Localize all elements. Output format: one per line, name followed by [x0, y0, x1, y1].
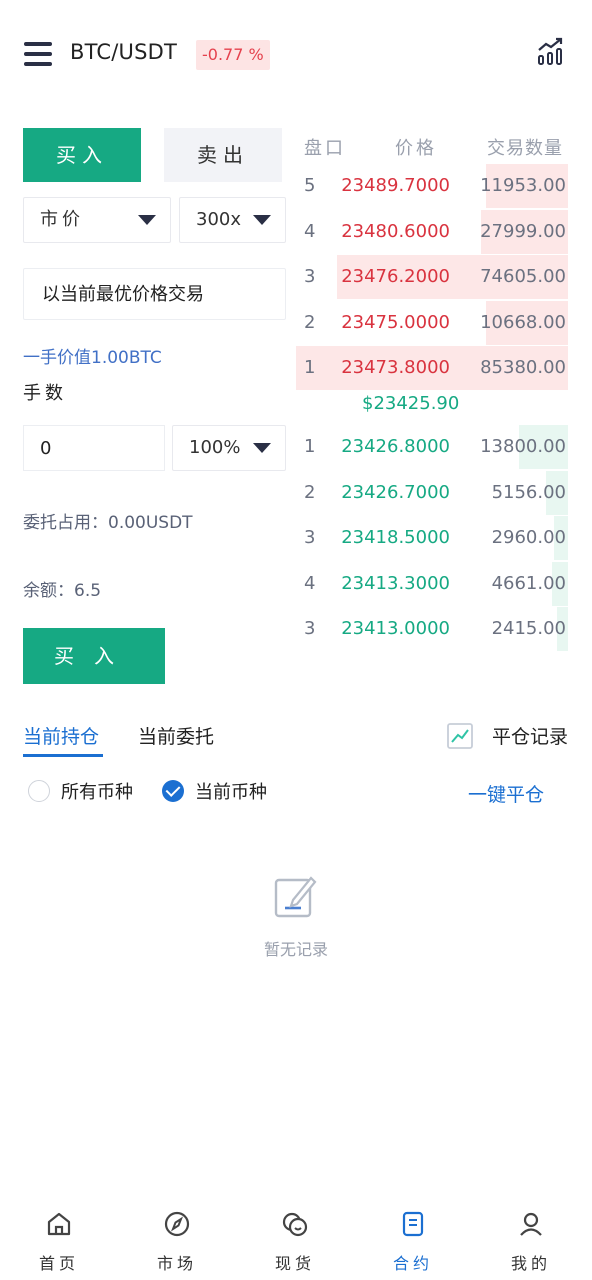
bid-row[interactable]: 3 23418.5000 2960.00	[296, 516, 568, 560]
order-type-value: 市价	[40, 209, 84, 230]
percent-select[interactable]: 100%	[172, 425, 286, 471]
close-all-button[interactable]: 一键平仓	[468, 780, 544, 807]
tab-mine[interactable]: 我的	[472, 1196, 590, 1280]
ask-quantity: 74605.00	[480, 266, 566, 287]
ask-row[interactable]: 4 23480.6000 27999.00	[296, 209, 568, 254]
ask-price: 23473.8000	[341, 357, 450, 378]
lot-value: 一手价值1.00BTC	[23, 348, 162, 368]
bid-price: 23418.5000	[341, 527, 450, 548]
tab-market-label: 市场	[156, 1254, 197, 1273]
tab-contract[interactable]: 合约	[354, 1196, 472, 1280]
bid-price: 23413.0000	[341, 618, 450, 639]
ask-quantity: 27999.00	[480, 220, 566, 242]
ask-price: 23475.0000	[341, 311, 450, 333]
active-tab-underline	[23, 754, 103, 757]
close-record-link[interactable]: 平仓记录	[492, 722, 568, 749]
ask-quantity: 11953.00	[480, 175, 566, 196]
order-type-select[interactable]: 市价	[23, 197, 171, 243]
home-icon	[47, 1212, 71, 1236]
ask-price: 23476.2000	[341, 266, 450, 287]
balance: 余额：6.5	[23, 581, 102, 601]
menu-icon[interactable]	[24, 42, 52, 66]
tab-spot[interactable]: 现货	[236, 1196, 354, 1280]
caret-down-icon	[253, 443, 271, 453]
filter-all-label[interactable]: 所有币种	[61, 778, 133, 804]
ask-row[interactable]: 3 23476.2000 74605.00	[296, 255, 568, 299]
orderbook-header-qty: 交易数量	[487, 138, 563, 159]
filter-current-radio[interactable]	[162, 780, 184, 802]
bid-quantity: 2960.00	[491, 527, 566, 548]
bottom-tab-bar: 首页 市场 现货 合约 我的	[0, 1196, 592, 1280]
kline-chart-icon[interactable]	[536, 36, 566, 66]
tab-home[interactable]: 首页	[0, 1196, 118, 1280]
coin-exchange-icon	[282, 1212, 308, 1237]
bid-level: 1	[304, 436, 316, 457]
ask-row[interactable]: 1 23473.8000 85380.00	[296, 346, 568, 390]
empty-state-text: 暂无记录	[263, 940, 328, 959]
bid-row[interactable]: 4 23413.3000 4661.00	[296, 561, 568, 606]
tab-current-orders[interactable]: 当前委托	[138, 722, 214, 749]
ask-price: 23480.6000	[341, 220, 450, 242]
ask-price: 23489.7000	[341, 175, 450, 196]
bid-row[interactable]: 2 23426.7000 5156.00	[296, 470, 568, 515]
orderbook-header-depth: 盘口	[304, 138, 346, 159]
bid-quantity: 2415.00	[491, 618, 566, 639]
trend-chart-icon[interactable]	[446, 722, 474, 750]
user-icon	[520, 1212, 542, 1236]
leverage-select[interactable]: 300x	[179, 197, 286, 243]
ask-level: 1	[304, 357, 316, 378]
ask-row[interactable]: 2 23475.0000 10668.00	[296, 300, 568, 345]
filter-all-radio[interactable]	[28, 780, 50, 802]
last-price: $23425.90	[362, 393, 460, 414]
pair-title[interactable]: BTC/USDT	[70, 40, 177, 64]
best-price-field: 以当前最优价格交易	[23, 268, 286, 320]
bid-level: 3	[304, 527, 316, 548]
leverage-value: 300x	[196, 209, 242, 230]
contract-icon	[402, 1211, 424, 1237]
change-badge: -0.77 %	[196, 40, 270, 70]
ask-quantity: 10668.00	[480, 311, 566, 333]
tab-market[interactable]: 市场	[118, 1196, 236, 1280]
ask-level: 2	[304, 311, 316, 333]
sell-tab[interactable]: 卖出	[164, 128, 282, 182]
tab-contract-label: 合约	[392, 1254, 433, 1273]
bid-level: 3	[304, 618, 316, 639]
bid-row[interactable]: 1 23426.8000 13800.00	[296, 425, 568, 469]
caret-down-icon	[253, 215, 271, 225]
buy-tab[interactable]: 买入	[23, 128, 141, 182]
bid-level: 2	[304, 481, 316, 503]
ask-level: 3	[304, 266, 316, 287]
ask-row[interactable]: 5 23489.7000 11953.00	[296, 164, 568, 208]
edit-document-icon	[274, 876, 317, 918]
ask-level: 4	[304, 220, 316, 242]
bid-level: 4	[304, 572, 316, 594]
bid-quantity: 13800.00	[480, 436, 566, 457]
bid-price: 23426.8000	[341, 436, 450, 457]
quantity-label: 手数	[23, 383, 67, 404]
quantity-input[interactable]: 0	[23, 425, 165, 471]
bid-quantity: 5156.00	[491, 481, 566, 503]
filter-current-label[interactable]: 当前币种	[195, 778, 267, 804]
tab-spot-label: 现货	[274, 1254, 315, 1273]
bid-row[interactable]: 3 23413.0000 2415.00	[296, 607, 568, 651]
caret-down-icon	[138, 215, 156, 225]
buy-button[interactable]: 买入	[23, 628, 165, 684]
ask-level: 5	[304, 175, 316, 196]
margin-used: 委托占用：0.00USDT	[23, 513, 193, 533]
tab-home-label: 首页	[38, 1254, 79, 1273]
tab-current-positions[interactable]: 当前持仓	[23, 722, 99, 749]
ask-quantity: 85380.00	[480, 357, 566, 378]
compass-icon	[164, 1211, 190, 1237]
tab-mine-label: 我的	[510, 1254, 551, 1273]
percent-value: 100%	[189, 437, 241, 458]
bid-price: 23413.3000	[341, 572, 450, 594]
bid-quantity: 4661.00	[491, 572, 566, 594]
bid-price: 23426.7000	[341, 481, 450, 503]
orderbook-header-price: 价格	[395, 138, 437, 159]
